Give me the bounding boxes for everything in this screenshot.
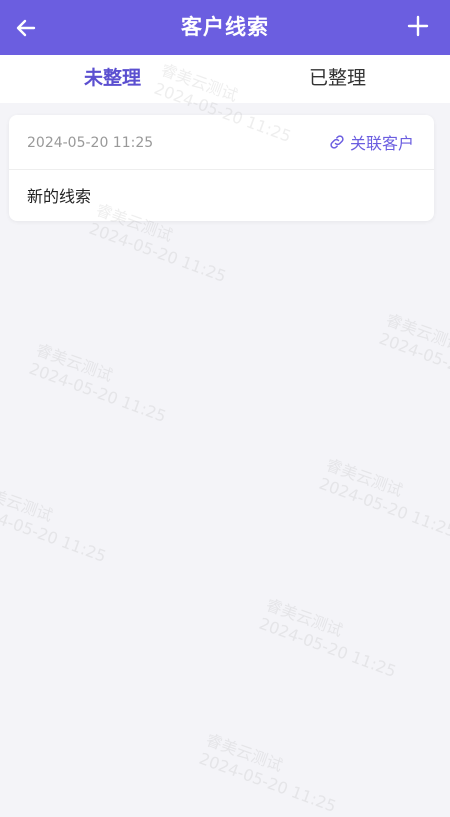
link-icon (330, 135, 344, 149)
plus-icon (407, 15, 429, 37)
card-divider (9, 169, 434, 170)
lead-list: 2024-05-20 11:25 关联客户 新的线索 (0, 103, 450, 800)
tab-label: 已整理 (308, 67, 366, 89)
add-lead-button[interactable] (400, 8, 436, 44)
tab-unorganized[interactable]: 未整理 (0, 55, 225, 103)
link-customer-button[interactable]: 关联客户 (328, 131, 414, 153)
link-customer-label: 关联客户 (349, 134, 414, 153)
page-title: 客户线索 (181, 15, 269, 39)
lead-card[interactable]: 2024-05-20 11:25 关联客户 新的线索 (9, 115, 434, 221)
tab-bar: 未整理 已整理 (0, 55, 450, 106)
tab-organized[interactable]: 已整理 (225, 55, 450, 103)
app-header: 客户线索 (0, 0, 450, 55)
lead-content: 新的线索 (27, 187, 92, 206)
tab-label: 未整理 (83, 67, 141, 89)
lead-timestamp: 2024-05-20 11:25 (27, 135, 154, 151)
